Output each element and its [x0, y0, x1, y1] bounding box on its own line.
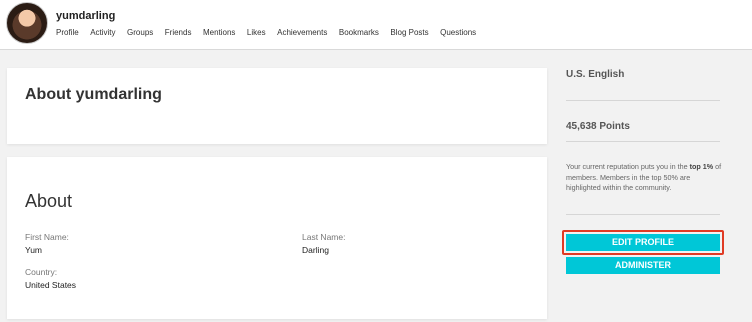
nav-questions[interactable]: Questions [440, 28, 476, 37]
first-name-value: Yum [25, 245, 43, 255]
country-value: United States [25, 280, 77, 290]
sidebar-divider [566, 100, 720, 101]
country-label: Country: [25, 267, 58, 277]
profile-nav: Profile Activity Groups Friends Mentions… [56, 28, 488, 37]
first-name-label: First Name: [25, 232, 69, 242]
nav-achievements[interactable]: Achievements [277, 28, 327, 37]
nav-activity[interactable]: Activity [90, 28, 115, 37]
about-details-card: About First Name: Yum Last Name: Darling… [7, 157, 547, 319]
about-heading: About [25, 191, 73, 211]
reputation-text: Your current reputation puts you in the … [566, 162, 726, 194]
nav-profile[interactable]: Profile [56, 28, 79, 37]
reputation-text-pre: Your current reputation puts you in the [566, 162, 690, 171]
nav-groups[interactable]: Groups [127, 28, 153, 37]
language-label: U.S. English [566, 69, 625, 80]
avatar[interactable] [6, 2, 48, 44]
profile-username: yumdarling [56, 10, 116, 22]
last-name-label: Last Name: [302, 232, 346, 242]
about-title-card: About yumdarling [7, 68, 547, 144]
nav-blog-posts[interactable]: Blog Posts [390, 28, 428, 37]
nav-bookmarks[interactable]: Bookmarks [339, 28, 379, 37]
last-name-value: Darling [302, 245, 329, 255]
reputation-rank: top 1% [689, 162, 714, 171]
nav-likes[interactable]: Likes [247, 28, 266, 37]
page-title: About yumdarling [25, 86, 162, 103]
administer-button[interactable]: ADMINISTER [566, 257, 720, 274]
nav-mentions[interactable]: Mentions [203, 28, 235, 37]
points-label: 45,638 Points [566, 121, 630, 132]
nav-friends[interactable]: Friends [165, 28, 192, 37]
profile-header: yumdarling Profile Activity Groups Frien… [0, 0, 752, 50]
edit-profile-highlight [562, 230, 724, 255]
sidebar-divider [566, 214, 720, 215]
sidebar-divider [566, 141, 720, 142]
